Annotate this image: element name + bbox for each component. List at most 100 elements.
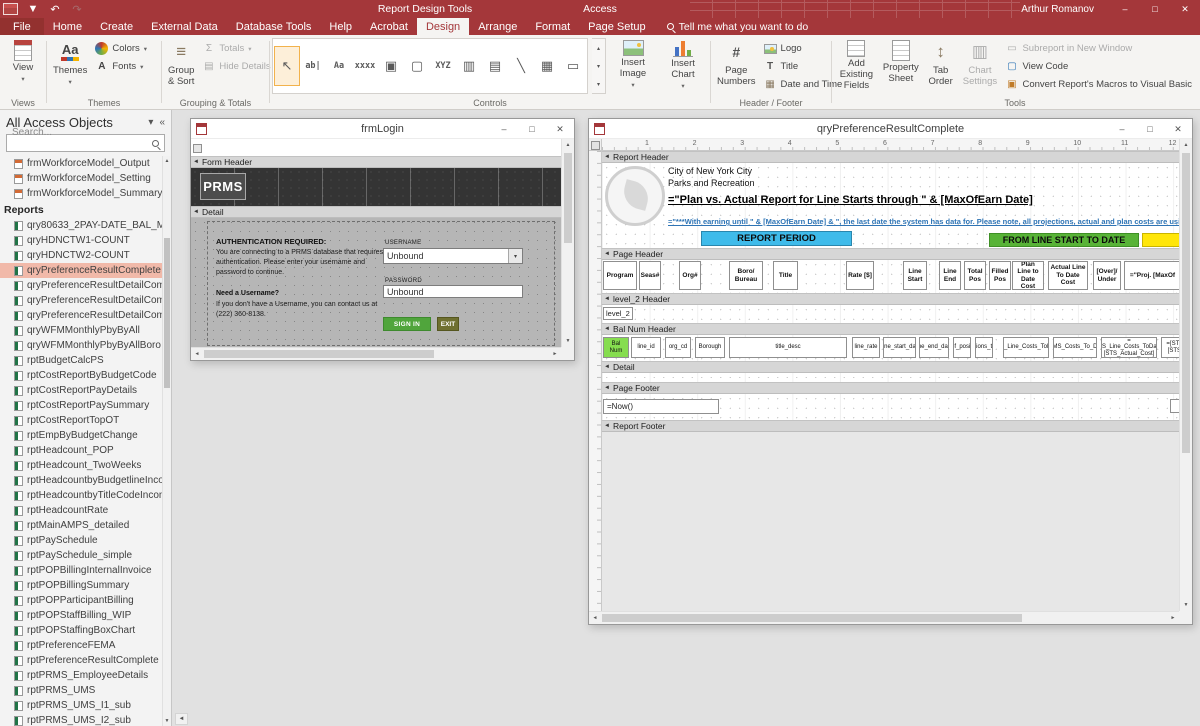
horizontal-ruler[interactable]: 123456789101112 <box>602 139 1179 151</box>
colors-button[interactable]: Colors ▾ <box>91 41 151 56</box>
exit-button[interactable]: EXIT <box>437 317 459 331</box>
tab-external-data[interactable]: External Data <box>142 18 227 35</box>
page-numbers-button[interactable]: # Page Numbers <box>713 38 760 94</box>
option-group-icon[interactable]: ▥ <box>456 46 482 86</box>
column-header-box[interactable]: Org# <box>679 261 701 290</box>
combo-dropdown-icon[interactable]: ▾ <box>508 249 522 263</box>
nav-item[interactable]: rptPOPParticipantBilling <box>0 593 162 608</box>
field-box[interactable]: =[STS_Fu [STS_Lin <box>1161 337 1179 358</box>
maximize-button[interactable]: □ <box>1136 119 1164 139</box>
nav-search-input[interactable]: Search... <box>6 134 165 152</box>
nav-scrollbar-thumb[interactable] <box>164 238 170 388</box>
from-line-start-box[interactable]: FROM LINE START TO DATE <box>989 233 1139 247</box>
nav-item[interactable]: qryPreferenceResultDetailCompleteStep... <box>0 308 162 323</box>
nav-item[interactable]: rptPRMS_UMS_I2_sub <box>0 713 162 726</box>
agency-logo-placeholder[interactable] <box>605 166 665 226</box>
fonts-button[interactable]: A Fonts ▾ <box>91 59 151 74</box>
contact-text[interactable]: If you don't have a Username, you can co… <box>216 300 391 320</box>
view-button[interactable]: View ▾ <box>9 38 37 94</box>
column-header-box[interactable]: ="Proj. [MaxOf <box>1124 261 1179 290</box>
nav-item[interactable]: qry80633_2PAY-DATE_BAL_MONTH-GRO... <box>0 218 162 233</box>
combo-box-icon[interactable]: ▦ <box>534 46 560 86</box>
nav-item[interactable]: rptPRMS_UMS_I1_sub <box>0 698 162 713</box>
nav-item[interactable]: rptMainAMPS_detailed <box>0 518 162 533</box>
field-box[interactable]: Bal Num <box>603 337 629 358</box>
field-box[interactable]: STS_Line_Costs_ToDate <box>1003 337 1049 358</box>
nav-item[interactable]: rptPreferenceResultComplete <box>0 653 162 668</box>
nav-item[interactable]: rptCostReportTopOT <box>0 413 162 428</box>
report-vertical-scrollbar[interactable]: ▲ ▼ <box>1179 139 1192 611</box>
nav-item[interactable]: rptHeadcountRate <box>0 503 162 518</box>
scroll-down-icon[interactable]: ▼ <box>163 716 171 726</box>
totals-button[interactable]: Σ Totals ▾ <box>198 41 274 56</box>
report-horizontal-scrollbar[interactable]: ◄ ► <box>589 611 1179 624</box>
chart-settings-button[interactable]: ▥ Chart Settings <box>958 38 1001 94</box>
nav-item[interactable]: rptHeadcount_TwoWeeks <box>0 458 162 473</box>
nav-item[interactable]: rptHeadcount_POP <box>0 443 162 458</box>
gallery-more-icon[interactable]: ▾ <box>592 75 605 93</box>
nav-item[interactable]: qryWFMMonthlyPbyByAll <box>0 323 162 338</box>
undo-icon[interactable]: ↶ <box>45 3 65 16</box>
tab-file[interactable]: File <box>0 18 44 35</box>
nav-item[interactable]: qryPreferenceResultDetailComplete2 <box>0 293 162 308</box>
scroll-up-icon[interactable]: ▲ <box>562 139 574 151</box>
nav-group-reports[interactable]: Reports <box>0 201 162 218</box>
themes-button[interactable]: Aa Themes ▾ <box>49 38 91 94</box>
line-icon[interactable]: ╲ <box>508 46 534 86</box>
nav-item[interactable]: frmWorkforceModel_Setting <box>0 171 162 186</box>
hide-details-button[interactable]: ▤ Hide Details <box>198 59 274 74</box>
form-header-section-bar[interactable]: ◄ Form Header <box>191 156 561 168</box>
tell-me-box[interactable]: Tell me what you want to do <box>655 18 821 35</box>
nav-menu-chevron-icon[interactable]: ▾ <box>148 117 153 128</box>
yellow-highlight-box[interactable] <box>1142 233 1179 247</box>
need-username-text[interactable]: Need a Username? <box>216 290 279 297</box>
nav-item[interactable]: rptCostReportByBudgetCode <box>0 368 162 383</box>
column-header-box[interactable]: Title <box>773 261 798 290</box>
column-header-box[interactable]: Boro/ Bureau <box>729 261 763 290</box>
scroll-down-icon[interactable]: ▼ <box>1180 599 1192 611</box>
column-header-box[interactable]: Total Pos <box>964 261 986 290</box>
report-selector-box[interactable] <box>589 139 602 151</box>
tab-arrange[interactable]: Arrange <box>469 18 526 35</box>
maximize-button[interactable]: □ <box>1140 0 1170 18</box>
prms-logo[interactable]: PRMS <box>200 173 246 200</box>
nav-item[interactable]: frmWorkforceModel_Summary <box>0 186 162 201</box>
nav-item[interactable]: rptBudgetCalcPS <box>0 353 162 368</box>
scroll-right-icon[interactable]: ► <box>1167 612 1179 624</box>
nav-item[interactable]: rptHeadcountbyBudgetlineIncon <box>0 473 162 488</box>
detail-section-bar[interactable]: ◄ Detail <box>602 361 1179 373</box>
field-box[interactable]: positions_to_fill <box>975 337 993 358</box>
sign-in-button[interactable]: SIGN IN <box>383 317 431 331</box>
tab-design[interactable]: Design <box>417 18 469 35</box>
nav-item[interactable]: rptCostReportPayDetails <box>0 383 162 398</box>
detail-section-bar[interactable]: ◄ Detail <box>191 206 561 218</box>
frmlogin-titlebar[interactable]: frmLogin – □ ✕ <box>191 119 574 139</box>
balnum-header-section-bar[interactable]: ◄ Bal Num Header <box>602 323 1179 335</box>
tab-control-icon[interactable]: ▣ <box>378 46 404 86</box>
minimize-button[interactable]: – <box>1110 0 1140 18</box>
label-icon[interactable]: Aa <box>326 46 352 86</box>
text-box-icon[interactable]: ab| <box>300 46 326 86</box>
subreport-button[interactable]: ▭ Subreport in New Window <box>1001 41 1196 56</box>
page-break-icon[interactable]: ▢ <box>404 46 430 86</box>
auth-body-text[interactable]: You are connecting to a PRMS database th… <box>216 248 388 278</box>
nav-item[interactable]: rptPOPStaffingBoxChart <box>0 623 162 638</box>
field-box[interactable]: no_of_positions <box>953 337 971 358</box>
column-header-box[interactable]: Line Start <box>903 261 927 290</box>
nav-item[interactable]: rptPRMS_UMS <box>0 683 162 698</box>
nav-item[interactable]: rptPRMS_EmployeeDetails <box>0 668 162 683</box>
report-footer-section-bar[interactable]: ◄ Report Footer <box>602 420 1179 432</box>
page-header-section-bar[interactable]: ◄ Page Header <box>602 248 1179 260</box>
nav-item[interactable]: qryPreferenceResultComplete <box>0 263 162 278</box>
org-name-line2[interactable]: Parks and Recreation <box>668 178 755 188</box>
report-period-box[interactable]: REPORT PERIOD <box>701 231 852 246</box>
nav-item[interactable]: rptPreferenceFEMA <box>0 638 162 653</box>
controls-gallery-scroll[interactable]: ▴ ▾ ▾ <box>592 38 606 94</box>
tab-order-button[interactable]: ↕ Tab Order <box>923 38 959 94</box>
column-header-box[interactable]: Seas# <box>639 261 661 290</box>
auth-required-heading[interactable]: AUTHENTICATION REQUIRED: <box>216 237 326 246</box>
tab-create[interactable]: Create <box>91 18 142 35</box>
report-window-titlebar[interactable]: qryPreferenceResultComplete – □ ✕ <box>589 119 1192 139</box>
vertical-ruler[interactable] <box>589 151 602 611</box>
level2-field-box[interactable]: level_2 <box>603 307 633 320</box>
